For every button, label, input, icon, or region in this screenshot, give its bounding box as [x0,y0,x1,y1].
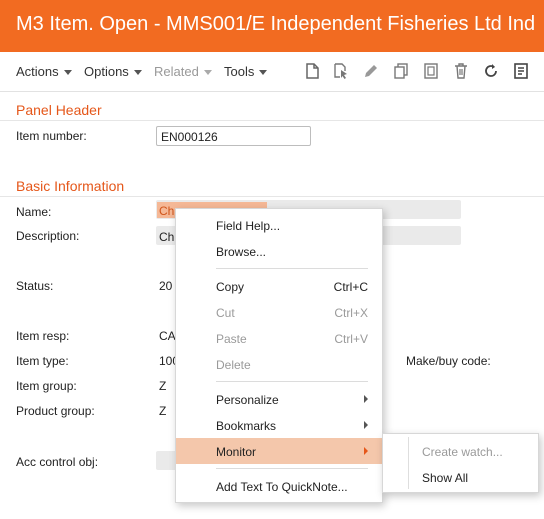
add-to-quicknote-item[interactable]: Add Text To QuickNote... [176,473,382,499]
item-group-label: Item group: [16,379,77,393]
name-label: Name: [16,205,52,219]
description-value: Ch [159,230,175,244]
monitor-item[interactable]: Monitor [176,438,382,464]
menu-separator [216,381,368,382]
browse-item[interactable]: Browse... [176,238,382,264]
new-icon[interactable] [303,62,321,80]
panel-header-title: Panel Header [16,102,102,118]
chevron-right-icon [364,447,368,455]
options-menu[interactable]: Options [84,64,142,79]
paste-item[interactable]: Paste Ctrl+V [176,325,382,351]
description-label: Description: [16,229,80,243]
cut-item[interactable]: Cut Ctrl+X [176,299,382,325]
item-group-value[interactable]: Z [159,379,166,393]
create-watch-item[interactable]: Create watch... [383,438,538,464]
chevron-down-icon [259,70,268,76]
name-value: Ch [159,204,175,218]
chevron-down-icon [203,70,212,76]
item-type-label: Item type: [16,354,69,368]
chevron-down-icon [133,70,142,76]
item-resp-value[interactable]: CA [159,329,176,343]
personalize-item[interactable]: Personalize [176,386,382,412]
basic-info-title: Basic Information [16,178,125,194]
refresh-icon[interactable] [482,62,500,80]
chevron-right-icon [364,395,368,403]
chevron-down-icon [63,70,72,76]
actions-menu[interactable]: Actions [16,64,72,79]
item-resp-label: Item resp: [16,329,70,343]
context-menu: Field Help... Browse... Copy Ctrl+C Cut Ct… [175,208,383,503]
status-label: Status: [16,279,54,293]
acc-control-obj-label: Acc control obj: [16,455,99,469]
delete-item[interactable]: Delete [176,351,382,377]
delete-icon[interactable] [452,62,470,80]
window-title: M3 Item. Open - MMS001/E Independent Fis… [16,13,536,35]
copy-item[interactable]: Copy Ctrl+C [176,273,382,299]
menu-separator [216,468,368,469]
item-number-field[interactable]: EN000126 [156,126,311,146]
copy-pointer-icon[interactable] [332,62,350,80]
bookmarks-item[interactable]: Bookmarks [176,412,382,438]
duplicate-page-icon[interactable] [422,62,440,80]
toolbar: Actions Options Related Tools [0,52,544,92]
product-group-value[interactable]: Z [159,404,166,418]
field-help-item[interactable]: Field Help... [176,212,382,238]
notes-icon[interactable] [512,62,530,80]
divider [0,120,544,121]
tools-menu[interactable]: Tools [224,64,268,79]
title-bar: M3 Item. Open - MMS001/E Independent Fis… [0,0,544,52]
monitor-submenu: Create watch... Show All [382,433,539,493]
item-number-label: Item number: [16,129,87,143]
edit-icon[interactable] [362,62,380,80]
status-value[interactable]: 20 [159,279,172,293]
duplicate-icon[interactable] [392,62,410,80]
divider [0,196,544,197]
menu-separator [216,268,368,269]
product-group-label: Product group: [16,404,95,418]
show-all-item[interactable]: Show All [383,464,538,490]
make-buy-code-label: Make/buy code: [406,354,491,368]
related-menu[interactable]: Related [154,64,212,79]
chevron-right-icon [364,421,368,429]
